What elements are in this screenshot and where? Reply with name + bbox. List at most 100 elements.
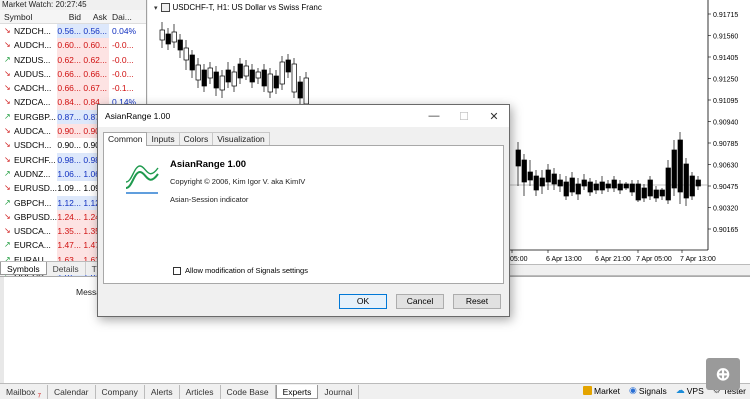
candlestick	[159, 22, 165, 48]
tab-calendar[interactable]: Calendar	[48, 384, 96, 399]
cancel-button[interactable]: Cancel	[396, 294, 444, 309]
market-watch-row[interactable]: ↗ NZDUS... 0.62... 0.62... -0.0...	[0, 52, 146, 67]
row-symbol: ↘ EURCHF...	[0, 153, 57, 167]
candlestick	[647, 176, 653, 200]
candlestick	[201, 64, 207, 92]
row-symbol: ↘ CADCH...	[0, 81, 57, 95]
candlestick	[653, 186, 659, 202]
tab-company[interactable]: Company	[96, 384, 145, 399]
row-symbol: ↘ AUDCH...	[0, 38, 57, 52]
tab-mailbox[interactable]: Mailbox 7	[0, 384, 49, 399]
candlestick	[219, 70, 225, 98]
column-ask[interactable]: Ask	[83, 10, 109, 23]
arrow-down-icon: ↘	[4, 83, 11, 93]
common-tab-panel: AsianRange 1.00 Copyright © 2006, Kim Ig…	[103, 145, 504, 284]
candlestick	[665, 160, 671, 204]
symbol-name: CADCH...	[14, 83, 52, 94]
vps-icon: ☁	[675, 385, 685, 395]
signals-label: Signals	[638, 385, 667, 396]
arrow-up-icon: ↗	[4, 111, 11, 121]
column-daily-change[interactable]: Dai...	[109, 10, 137, 23]
signals-link[interactable]: ◉ Signals	[629, 385, 667, 396]
candlestick	[545, 164, 551, 190]
tab-code-base[interactable]: Code Base	[221, 384, 276, 399]
time-label: 7 Apr 05:00	[636, 256, 672, 263]
time-label: 6 Apr 21:00	[595, 256, 631, 263]
candlestick	[539, 170, 545, 194]
market-watch-title: Market Watch: 20:27:45	[0, 0, 146, 10]
candlestick	[291, 58, 297, 98]
symbol-name: AUDCH...	[14, 40, 52, 51]
candlestick	[207, 62, 213, 84]
ok-button[interactable]: OK	[339, 294, 387, 309]
row-bid: 0.62...	[57, 52, 83, 67]
price-label: 0.90475	[713, 184, 738, 191]
candlestick	[297, 76, 303, 104]
maximize-icon: ☐	[459, 110, 469, 123]
candlestick	[581, 174, 587, 190]
toolbox-side-strip	[0, 277, 4, 384]
candlestick	[623, 182, 629, 190]
symbol-name: NZDUS...	[14, 54, 51, 65]
row-bid: 0.90...	[57, 140, 81, 151]
tab-articles[interactable]: Articles	[180, 384, 221, 399]
tab-experts[interactable]: Experts	[275, 384, 319, 399]
candlestick	[551, 168, 557, 190]
dialog-title-bar: AsianRange 1.00 — ☐ ✕	[98, 105, 509, 127]
tab-colors[interactable]: Colors	[178, 132, 214, 145]
candlestick	[605, 180, 611, 192]
candlestick	[231, 66, 237, 92]
market-watch-header: Symbol Bid Ask Dai...	[0, 10, 146, 24]
candlestick	[629, 180, 635, 196]
market-watch-row[interactable]: ↘ AUDCH... 0.60... 0.60... -0.0...	[0, 38, 146, 53]
market-link[interactable]: Market	[583, 386, 620, 396]
allow-signals-modification-checkbox[interactable]: Allow modification of Signals settings	[173, 266, 308, 275]
market-watch-row[interactable]: ↘ AUDUS... 0.66... 0.66... -0.0...	[0, 66, 146, 82]
indicator-name: AsianRange 1.00	[170, 159, 247, 170]
symbol-name: NZDCA...	[14, 97, 51, 108]
tab-symbols[interactable]: Symbols	[0, 262, 47, 275]
market-watch-row[interactable]: ↘ NZDCH... 0.56... 0.56... 0.04%	[0, 24, 146, 39]
price-label: 0.90320	[713, 206, 738, 213]
vps-label: VPS	[686, 385, 704, 396]
dialog-title: AsianRange 1.00	[105, 111, 171, 121]
reset-button[interactable]: Reset	[453, 294, 501, 309]
row-ask: 0.67...	[83, 81, 109, 96]
tab-common[interactable]: Common	[103, 132, 148, 146]
candlestick	[177, 34, 183, 58]
market-label: Market	[594, 385, 620, 396]
row-symbol: ↗ EURGBP...	[0, 110, 57, 124]
tab-details[interactable]: Details	[47, 262, 86, 275]
tab-visualization[interactable]: Visualization	[212, 132, 270, 145]
tab-journal[interactable]: Journal	[318, 384, 360, 399]
minimize-icon[interactable]: —	[419, 110, 449, 122]
price-label: 0.90165	[713, 227, 738, 234]
row-change: 0.04%	[112, 26, 137, 36]
chevron-down-icon[interactable]: ▾	[154, 4, 158, 12]
signals-icon: ◉	[629, 385, 637, 395]
vps-link[interactable]: ☁ VPS	[676, 385, 704, 396]
candlestick	[563, 176, 569, 200]
row-bid: 0.60...	[57, 38, 83, 53]
row-symbol: ↗ GBPCH...	[0, 196, 57, 210]
zoom-icon[interactable]: ⊕	[706, 358, 740, 390]
indicator-description: Asian-Session indicator	[170, 195, 249, 204]
candlestick	[189, 50, 195, 78]
market-watch-row[interactable]: ↘ CADCH... 0.66... 0.67... -0.1...	[0, 81, 146, 96]
column-symbol[interactable]: Symbol	[0, 10, 57, 23]
tab-alerts[interactable]: Alerts	[145, 384, 180, 399]
close-icon[interactable]: ✕	[479, 110, 509, 123]
row-symbol: ↘ USDCA...	[0, 224, 57, 238]
price-label: 0.91715	[713, 12, 738, 19]
candlestick	[521, 154, 527, 196]
candlestick	[183, 40, 189, 70]
checkbox-box[interactable]	[173, 266, 181, 275]
row-bid: 0.66...	[57, 66, 83, 82]
symbol-name: EURGBP...	[14, 111, 56, 122]
candlestick	[587, 178, 593, 196]
column-bid[interactable]: Bid	[57, 10, 83, 23]
row-bid: 1.24...	[57, 209, 83, 225]
symbol-name: USDCH...	[14, 140, 52, 151]
chart-title-bar: ▾ USDCHF-T, H1: US Dollar vs Swiss Franc	[154, 3, 322, 12]
tab-inputs[interactable]: Inputs	[146, 132, 180, 145]
